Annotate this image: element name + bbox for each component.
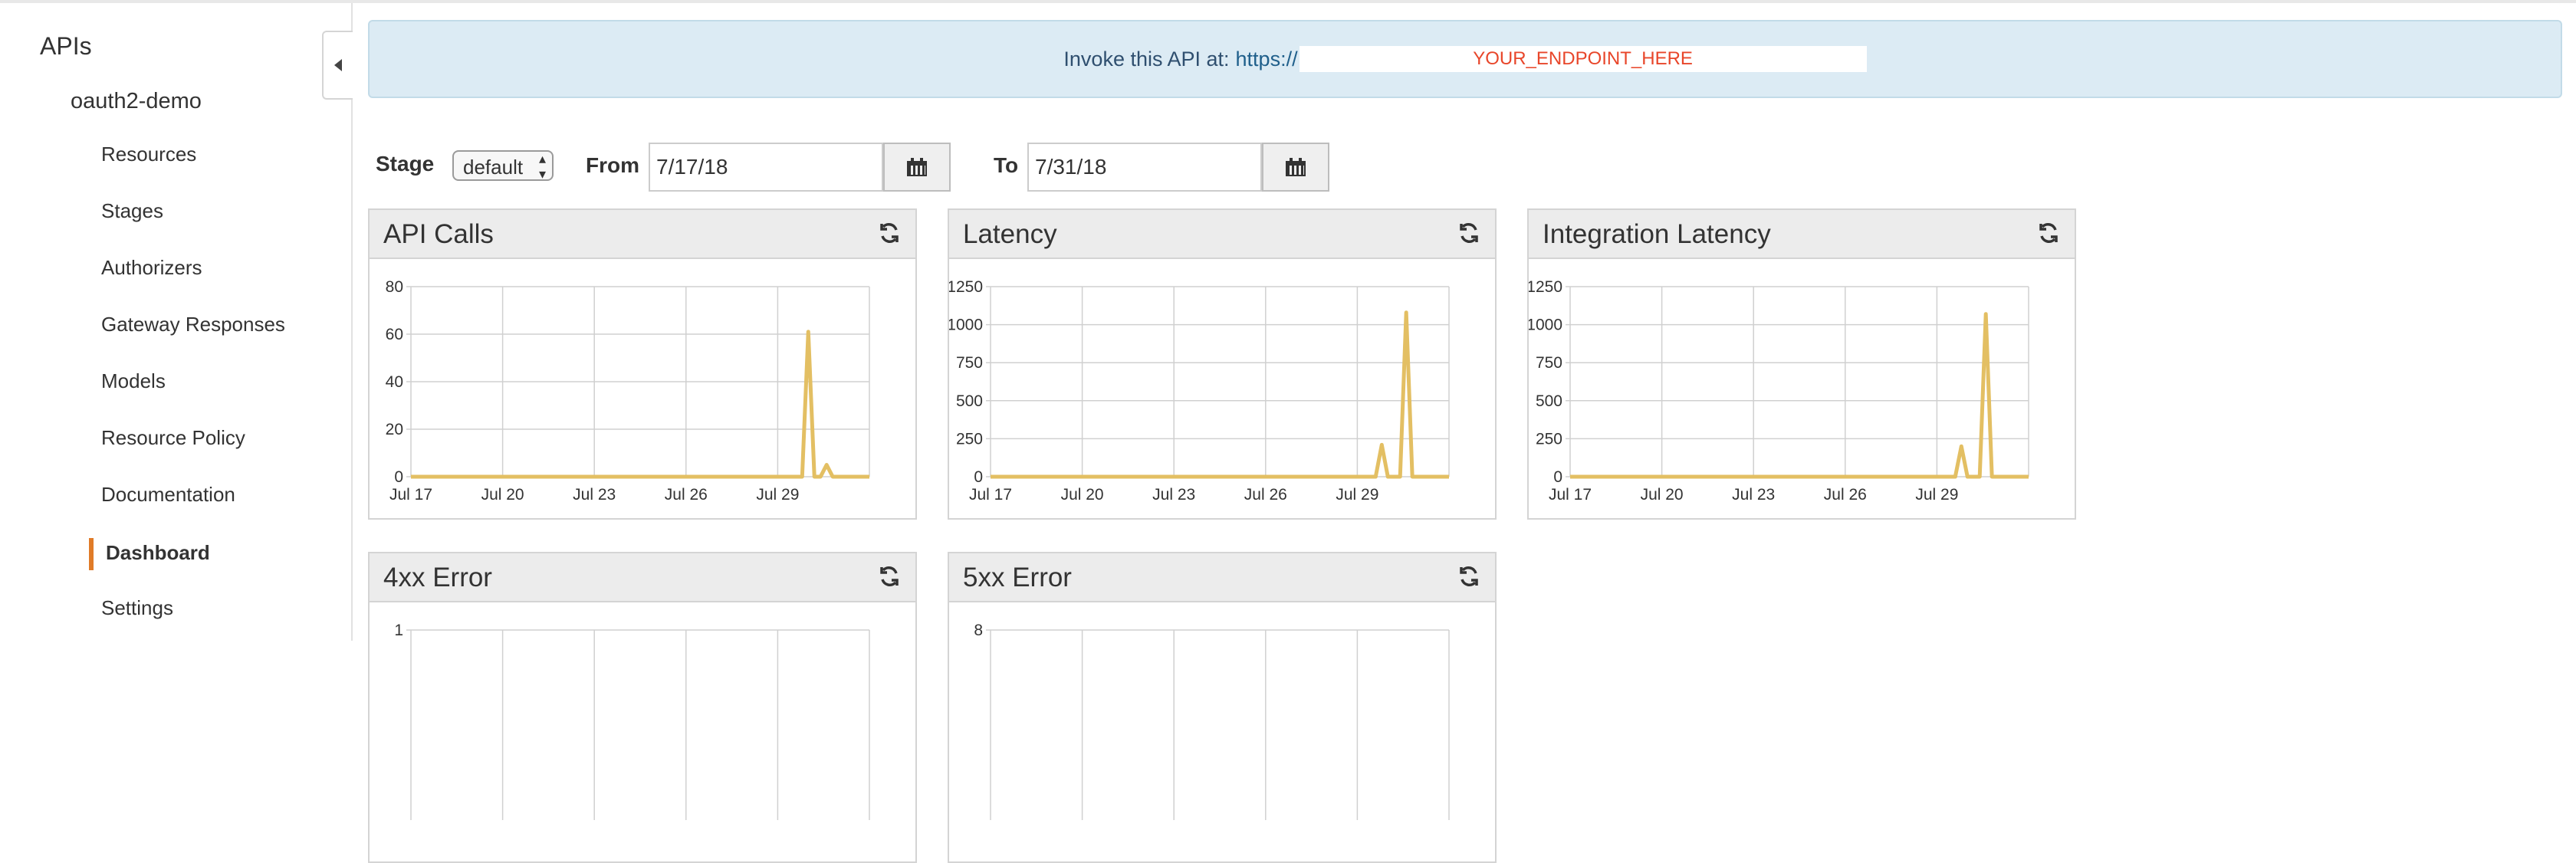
panel-header: API Calls	[370, 210, 915, 259]
panel-5xx-error: 5xx Error 8	[948, 552, 1497, 863]
y-tick-label: 0	[394, 468, 403, 486]
y-tick-label: 750	[1536, 354, 1562, 372]
panel-title: API Calls	[383, 219, 494, 249]
y-tick-label: 1000	[1529, 317, 1562, 334]
panel-header: 5xx Error	[949, 553, 1495, 602]
x-tick-label: Jul 17	[969, 486, 1012, 504]
calendar-icon	[1286, 158, 1306, 176]
x-tick-label: Jul 23	[573, 486, 616, 504]
y-tick-label: 500	[956, 392, 983, 410]
refresh-icon[interactable]	[877, 564, 902, 589]
from-date-input[interactable]: 7/17/18	[649, 143, 883, 192]
refresh-icon[interactable]	[1457, 564, 1481, 589]
x-tick-label: Jul 20	[481, 486, 524, 504]
y-tick-label: 1000	[949, 317, 983, 334]
y-tick-label: 0	[1553, 468, 1562, 486]
stage-select-value: default	[463, 156, 524, 179]
sidebar-item-models[interactable]: Models	[101, 369, 166, 393]
chevron-left-icon	[334, 59, 342, 71]
from-label: From	[586, 153, 639, 177]
panel-integration-latency: Integration Latency 0 250 500 750 1000 1250 Ju…	[1527, 208, 2076, 520]
y-tick-label: 750	[956, 354, 983, 372]
panel-latency: Latency 0 250 500 750 1000 1250 Jul 17 Jul 20 Ju…	[948, 208, 1497, 520]
endpoint-placeholder[interactable]: YOUR_ENDPOINT_HERE	[1299, 46, 1867, 72]
x-tick-label: Jul 20	[1641, 486, 1684, 504]
y-tick-label: 250	[956, 430, 983, 448]
panel-api-calls: API Calls 0 20 40 60 80 Jul 17 Jul 20 Jul 23 Jul…	[368, 208, 917, 520]
x-tick-label: Jul 26	[1824, 486, 1867, 504]
series-line	[991, 310, 1449, 479]
refresh-icon[interactable]	[877, 221, 902, 245]
select-arrows-icon: ▴ ▾	[538, 151, 546, 182]
panel-title: 4xx Error	[383, 563, 492, 592]
active-indicator	[89, 538, 94, 570]
y-tick-label: 1250	[949, 278, 983, 296]
to-date-input[interactable]: 7/31/18	[1027, 143, 1262, 192]
y-tick-label: 0	[974, 468, 983, 486]
stage-label: Stage	[376, 152, 435, 176]
refresh-icon[interactable]	[1457, 221, 1481, 245]
x-tick-label: Jul 17	[1549, 486, 1592, 504]
panel-header: Latency	[949, 210, 1495, 259]
sidebar-collapse-button[interactable]	[322, 31, 353, 100]
sidebar-root-apis[interactable]: APIs	[40, 32, 92, 61]
x-tick-label: Jul 29	[1336, 486, 1378, 504]
x-tick-label: Jul 17	[389, 486, 432, 504]
y-tick-label: 40	[386, 373, 403, 391]
x-tick-label: Jul 29	[1915, 486, 1958, 504]
calendar-icon	[907, 158, 927, 176]
sidebar-item-documentation[interactable]: Documentation	[101, 483, 235, 507]
y-tick-label: 20	[386, 421, 403, 438]
sidebar-item-settings[interactable]: Settings	[101, 596, 173, 620]
sidebar-item-stages[interactable]: Stages	[101, 199, 163, 223]
panel-title: Latency	[963, 219, 1057, 249]
y-tick-label: 60	[386, 326, 403, 343]
sidebar-item-authorizers[interactable]: Authorizers	[101, 256, 202, 280]
x-tick-label: Jul 23	[1152, 486, 1195, 504]
x-tick-label: Jul 20	[1061, 486, 1104, 504]
top-border	[0, 0, 2576, 3]
api-calls-chart: 0 20 40 60 80 Jul 17 Jul 20 Jul 23 Jul 26 Jul 29	[386, 278, 870, 504]
y-tick-label: 1	[394, 622, 403, 639]
to-label: To	[994, 153, 1019, 177]
sidebar-item-resources[interactable]: Resources	[101, 143, 196, 166]
invoke-url-link[interactable]: https://	[1236, 48, 1298, 71]
to-calendar-button[interactable]	[1262, 143, 1329, 192]
panel-header: Integration Latency	[1529, 210, 2075, 259]
series-line	[411, 330, 869, 479]
panel-title: 5xx Error	[963, 563, 1072, 592]
x-tick-label: Jul 23	[1732, 486, 1775, 504]
sidebar-item-resource-policy[interactable]: Resource Policy	[101, 426, 245, 450]
series-line	[1570, 312, 2029, 479]
panel-title: Integration Latency	[1543, 219, 1771, 249]
refresh-icon[interactable]	[2036, 221, 2061, 245]
panel-header: 4xx Error	[370, 553, 915, 602]
from-calendar-button[interactable]	[883, 143, 951, 192]
y-tick-label: 1250	[1529, 278, 1562, 296]
sidebar-item-dashboard[interactable]: Dashboard	[106, 541, 210, 565]
stage-select[interactable]: default ▴ ▾	[452, 150, 554, 182]
sidebar-api-name[interactable]: oauth2-demo	[71, 89, 202, 114]
x-tick-label: Jul 26	[665, 486, 708, 504]
latency-chart: 0 250 500 750 1000 1250 Jul 17 Jul 20 Jul 23 Jul …	[949, 278, 1450, 504]
panel-4xx-error: 4xx Error 1	[368, 552, 917, 863]
invoke-url-banner: Invoke this API at: https:// YOUR_ENDPOI…	[368, 20, 2562, 98]
y-tick-label: 250	[1536, 430, 1562, 448]
integration-latency-chart: 0 250 500 750 1000 1250 Jul 17 Jul 20 Jul 23 Jul …	[1529, 278, 2029, 504]
sidebar-item-gateway-responses[interactable]: Gateway Responses	[101, 313, 285, 336]
y-tick-label: 8	[974, 622, 983, 639]
x-tick-label: Jul 29	[756, 486, 799, 504]
5xx-error-chart: 8	[974, 622, 1450, 820]
x-tick-label: Jul 26	[1244, 486, 1287, 504]
4xx-error-chart: 1	[394, 622, 870, 820]
y-tick-label: 80	[386, 278, 403, 296]
y-tick-label: 500	[1536, 392, 1562, 410]
invoke-label: Invoke this API at:	[1063, 47, 1230, 71]
sidebar: APIs oauth2-demo Resources Stages Author…	[0, 3, 351, 641]
